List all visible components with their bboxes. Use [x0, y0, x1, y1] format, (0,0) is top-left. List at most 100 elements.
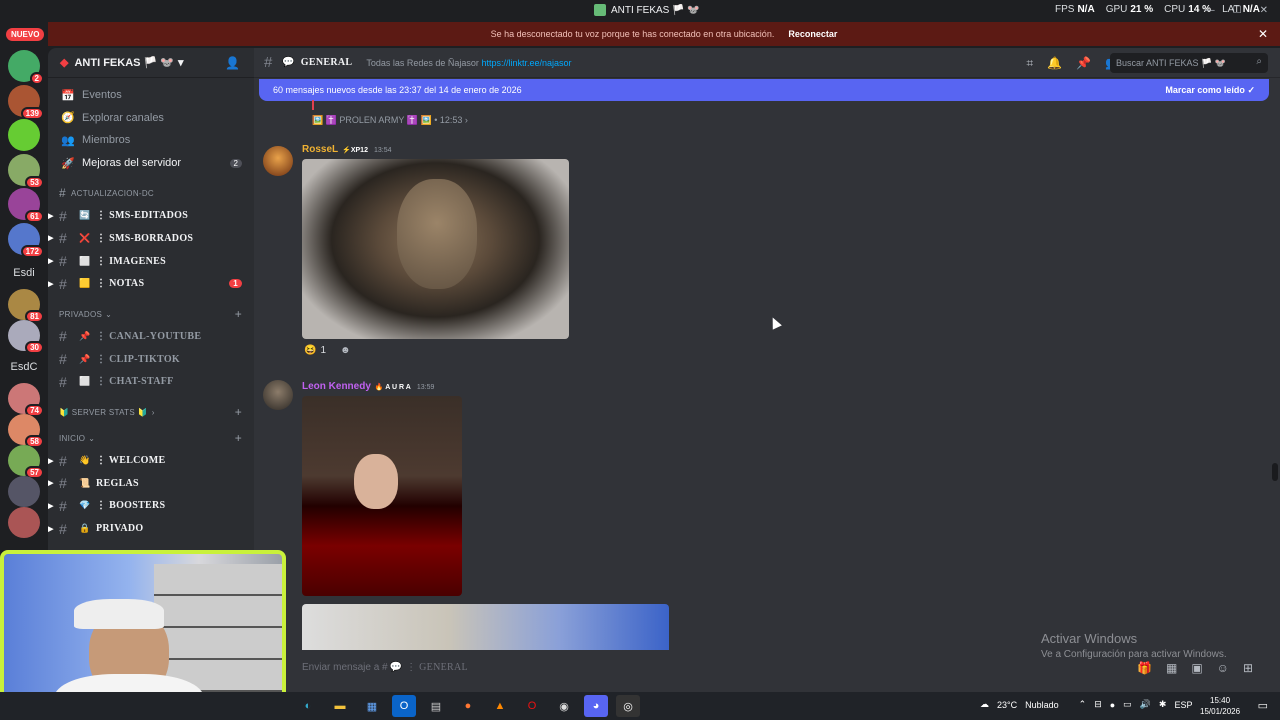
opera-icon[interactable]: O [520, 695, 544, 717]
language-indicator[interactable]: ESP [1174, 700, 1192, 710]
channel-item[interactable]: ▶ # ❌ ⋮ SMS-BORRADOS [48, 227, 254, 250]
firefox-icon[interactable]: ● [456, 695, 480, 717]
steam-icon[interactable]: ◎ [616, 695, 640, 717]
reaction[interactable]: 😆 1 ☻ [304, 345, 351, 356]
channel-label: ⋮ CLIP-TIKTOK [96, 353, 181, 365]
server-icon[interactable] [8, 119, 40, 151]
server-icon[interactable]: 30 [8, 320, 44, 354]
close-banner-icon[interactable]: ✕ [1258, 27, 1268, 41]
reconnect-button[interactable]: Reconectar [788, 29, 837, 39]
category-server-stats[interactable]: 🔰 SERVER STATS 🔰 › + [48, 401, 254, 423]
volume-icon[interactable]: 🔊 [1140, 699, 1151, 710]
app-icon[interactable]: ▤ [424, 695, 448, 717]
channel-item[interactable]: # ⬜ ⋮ CHAT-STAFF [48, 371, 254, 394]
cap [74, 599, 164, 629]
notification-icon[interactable]: ▭ [1258, 699, 1268, 712]
search-icon: ⌕ [1256, 56, 1262, 67]
server-header[interactable]: ◆ ANTI FEKAS 🏳️ 🐭 ▾ 👤 [48, 48, 254, 78]
unread-indicator: ▶ [48, 479, 54, 488]
add-channel-icon[interactable]: + [235, 307, 242, 321]
username[interactable]: RosseL [302, 144, 338, 155]
add-channel-icon[interactable]: + [235, 405, 242, 419]
channel-item[interactable]: # 📌 ⋮ CANAL-YOUTUBE [48, 325, 254, 348]
chevron-down-icon: ⌄ [105, 309, 113, 319]
maximize-icon[interactable]: ☐ [1233, 5, 1242, 16]
apps-icon[interactable]: ⊞ [1243, 661, 1253, 675]
network-icon[interactable]: ⊟ [1094, 699, 1102, 710]
edge-icon[interactable]: ◐ [296, 695, 320, 717]
server-icon[interactable] [8, 476, 40, 507]
weather-temp[interactable]: 23°C [997, 700, 1017, 710]
chevron-up-icon[interactable]: ⌃ [1079, 699, 1087, 710]
bell-icon[interactable]: 🔔 [1047, 56, 1062, 71]
emoji-icon[interactable]: ☺ [1217, 661, 1229, 675]
obs-icon[interactable]: ◉ [552, 695, 576, 717]
channel-label: ⋮ SMS-BORRADOS [96, 232, 194, 244]
category-privados[interactable]: PRIVADOS ⌄ + [48, 303, 254, 325]
sidebar-link[interactable]: 📅 Eventos [48, 84, 254, 107]
username[interactable]: Leon Kennedy [302, 381, 371, 392]
channel-item[interactable]: ▶ # 🟨 ⋮ NOTAS 1 [48, 272, 254, 295]
server-icon[interactable] [8, 507, 40, 538]
window-controls: — ☐ ✕ [1205, 5, 1268, 16]
sidebar-link[interactable]: 🚀 Mejoras del servidor 2 [48, 152, 254, 175]
image-attachment[interactable] [302, 604, 669, 650]
chat-area: # 💬 GENERAL Todas las Redes de Ñajasor h… [254, 48, 1280, 692]
outlook-icon[interactable]: O [392, 695, 416, 717]
server-icon[interactable]: 172 [8, 222, 44, 258]
title-bar: ANTI FEKAS 🏳️ 🐭 FPS N/A GPU 21 % CPU 14 % L… [0, 0, 1280, 22]
minimize-icon[interactable]: — [1205, 5, 1215, 16]
server-icon[interactable]: 74 [8, 383, 44, 417]
server-icon[interactable]: 58 [8, 414, 44, 448]
server-name[interactable]: EsdC [0, 351, 48, 383]
store-icon[interactable]: ▦ [360, 695, 384, 717]
channel-item[interactable]: ▶ # 👋 ⋮ WELCOME [48, 449, 254, 472]
category-inicio[interactable]: INICIO ⌄ + [48, 427, 254, 449]
server-icon[interactable]: 2 [8, 50, 44, 85]
gif-icon[interactable]: ▦ [1166, 661, 1177, 675]
weather-desc[interactable]: Nublado [1025, 700, 1059, 710]
display-icon[interactable]: ▭ [1123, 699, 1132, 710]
add-reaction-icon[interactable]: ☻ [340, 345, 351, 356]
server-name[interactable]: Esdi [0, 257, 48, 289]
channel-item[interactable]: ▶ # 📜 REGLAS [48, 472, 254, 495]
folder-icon[interactable]: ▬ [328, 695, 352, 717]
channel-item[interactable]: ▶ # ⬜ ⋮ IMAGENES [48, 250, 254, 273]
server-icon[interactable]: 139 [8, 84, 44, 120]
new-messages-bar[interactable]: 60 mensajes nuevos desde las 23:37 del 1… [259, 79, 1269, 101]
server-icon[interactable]: 53 [8, 153, 44, 189]
taskbar-apps: ◐ ▬ ▦ O ▤ ● ▲ O ◉ ◕ ◎ [296, 695, 640, 717]
topic-link[interactable]: https://linktr.ee/najasor [481, 58, 571, 68]
server-icon[interactable]: 57 [8, 445, 44, 479]
chat-icon: 💬 [282, 57, 295, 68]
server-icon[interactable]: 81 [8, 289, 44, 323]
category-actualizacion[interactable]: # ACTUALIZACION-DC [48, 182, 254, 204]
gift-icon[interactable]: 🎁 [1137, 661, 1152, 675]
sidebar-link[interactable]: 👥 Miembros [48, 129, 254, 152]
server-icon[interactable]: 61 [8, 188, 44, 223]
channel-item[interactable]: ▶ # 🔄 ⋮ SMS-EDITADOS [48, 204, 254, 227]
avatar[interactable] [263, 146, 293, 176]
threads-icon[interactable]: ⌗ [1026, 56, 1033, 71]
scrollbar[interactable] [1272, 463, 1278, 481]
sticker-icon[interactable]: ▣ [1191, 661, 1202, 675]
mic-icon[interactable]: ● [1110, 700, 1115, 710]
channel-item[interactable]: ▶ # 🔒 PRIVADO [48, 517, 254, 540]
invite-people-icon[interactable]: 👤 [225, 56, 240, 70]
avatar[interactable] [263, 380, 293, 410]
vlc-icon[interactable]: ▲ [488, 695, 512, 717]
thread-reference[interactable]: 🖼️ ✝️ PROLEN ARMY ✝️ 🖼️ • 12:53 › [312, 115, 468, 126]
bluetooth-icon[interactable]: ✱ [1159, 699, 1167, 710]
discord-icon[interactable]: ◕ [584, 695, 608, 717]
pin-icon[interactable]: 📌 [1076, 56, 1091, 71]
add-channel-icon[interactable]: + [235, 431, 242, 445]
sidebar-link[interactable]: 🧭 Explorar canales [48, 107, 254, 130]
close-icon[interactable]: ✕ [1260, 5, 1268, 16]
search-input[interactable]: Buscar ANTI FEKAS 🏳️ 🐭 ⌕ [1110, 53, 1268, 73]
channel-item[interactable]: # 📌 ⋮ CLIP-TIKTOK [48, 348, 254, 371]
mark-read-button[interactable]: Marcar como leído ✓ [1165, 85, 1255, 96]
image-attachment[interactable] [302, 159, 569, 339]
video-attachment[interactable] [302, 396, 462, 596]
clock[interactable]: 15:40 15/01/2026 [1200, 695, 1240, 717]
channel-item[interactable]: ▶ # 💎 ⋮ BOOSTERS [48, 495, 254, 518]
